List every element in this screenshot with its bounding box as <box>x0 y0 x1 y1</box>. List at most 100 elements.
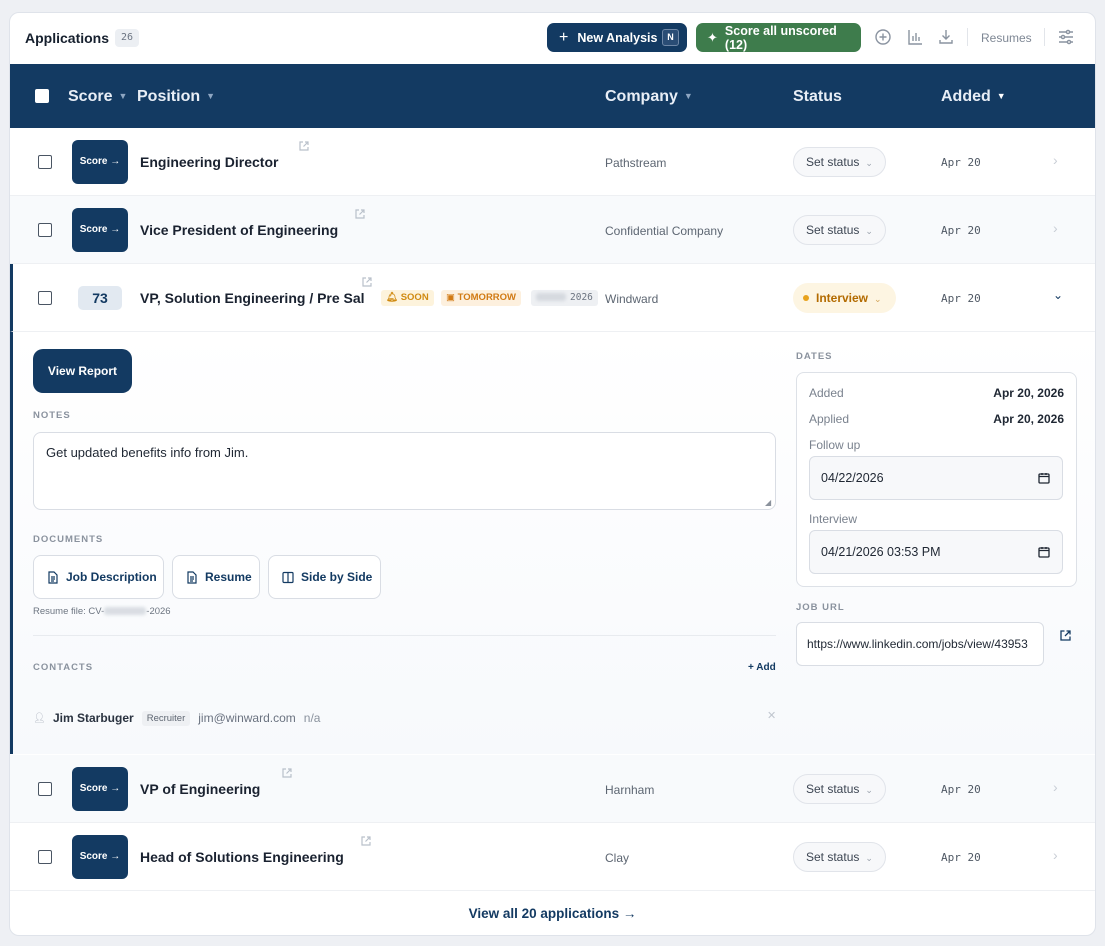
resume-button[interactable]: Resume <box>172 555 260 599</box>
external-link-icon[interactable] <box>1059 629 1072 642</box>
bar-chart-icon[interactable] <box>906 28 924 46</box>
chevron-right-icon[interactable]: › <box>1053 152 1058 168</box>
company-name: Confidential Company <box>605 224 724 238</box>
side-by-side-button[interactable]: Side by Side <box>268 555 381 599</box>
add-contact-button[interactable]: + Add <box>748 662 776 673</box>
column-header-score[interactable]: Score ▼ <box>68 88 127 106</box>
calendar-icon[interactable] <box>1038 472 1050 484</box>
chevron-down-icon: ⌄ <box>865 158 873 168</box>
column-header-company[interactable]: Company ▼ <box>605 88 693 106</box>
score-button[interactable]: Score → <box>72 835 128 879</box>
document-icon <box>187 570 197 584</box>
interview-label: Interview <box>809 512 858 526</box>
company-name: Windward <box>605 292 659 306</box>
page-title: Applications <box>25 30 110 46</box>
row-checkbox[interactable] <box>38 782 52 796</box>
dates-card: Added Apr 20, 2026 Applied Apr 20, 2026 … <box>796 372 1077 587</box>
tomorrow-badge: ▣ TOMORROW <box>441 290 522 306</box>
row-checkbox[interactable] <box>38 850 52 864</box>
added-date-value: Apr 20, 2026 <box>993 386 1064 400</box>
added-date-label: Added <box>809 386 844 400</box>
select-all-checkbox[interactable] <box>35 89 49 103</box>
row-checkbox[interactable] <box>38 223 52 237</box>
notes-textarea[interactable]: Get updated benefits info from Jim. ◢ <box>33 432 776 510</box>
score-all-unscored-button[interactable]: ✦ Score all unscored (12) <box>696 23 861 52</box>
download-icon[interactable] <box>937 28 955 46</box>
applications-count-badge: 26 <box>115 29 140 47</box>
interview-datetime-input[interactable]: 04/21/2026 03:53 PM <box>809 530 1063 574</box>
job-url-label: JOB URL <box>796 602 845 613</box>
position-title[interactable]: Head of Solutions Engineering <box>140 849 344 865</box>
contacts-label: CONTACTS <box>33 662 94 673</box>
toolbar: Applications 26 + New Analysis N ✦ Score… <box>10 13 1095 64</box>
table-row-expanded[interactable]: 73 VP, Solution Engineering / Pre Sal 🔔︎… <box>10 264 1095 332</box>
dates-label: DATES <box>796 351 833 362</box>
external-link-icon[interactable] <box>298 140 310 152</box>
table-row[interactable]: Score → Engineering Director Pathstream … <box>10 128 1095 196</box>
table-row[interactable]: Score → VP of Engineering Harnham Set st… <box>10 755 1095 823</box>
contact-role-badge: Recruiter <box>141 710 191 726</box>
added-date: Apr 20 <box>941 156 981 169</box>
contact-name: Jim Starbuger <box>53 711 134 725</box>
columns-icon <box>282 571 294 583</box>
company-name: Clay <box>605 851 630 865</box>
bell-icon: 🔔︎ <box>386 292 399 303</box>
position-title[interactable]: Engineering Director <box>140 154 278 170</box>
job-url-input[interactable]: https://www.linkedin.com/jobs/view/43953 <box>796 622 1044 666</box>
chevron-down-icon: ▼ <box>683 91 693 101</box>
status-select[interactable]: Set status ⌄ <box>793 842 886 872</box>
chevron-down-icon: ▼ <box>118 91 128 101</box>
chevron-right-icon[interactable]: › <box>1053 220 1058 236</box>
table-header: Score ▼ Position ▼ Company ▼ Status Added ▼ <box>10 64 1095 128</box>
applied-date-value: Apr 20, 2026 <box>993 412 1064 426</box>
status-select[interactable]: Set status ⌄ <box>793 774 886 804</box>
external-link-icon[interactable] <box>361 276 373 288</box>
plus-circle-icon[interactable] <box>874 28 892 46</box>
chevron-right-icon[interactable]: › <box>1053 779 1058 795</box>
calendar-icon[interactable] <box>1038 546 1050 558</box>
status-select[interactable]: Set status ⌄ <box>793 215 886 245</box>
score-value[interactable]: 73 <box>78 286 122 310</box>
position-title[interactable]: VP, Solution Engineering / Pre Sal <box>140 290 365 306</box>
status-select[interactable]: Interview ⌄ <box>793 283 896 313</box>
status-select[interactable]: Set status ⌄ <box>793 147 886 177</box>
new-analysis-label: New Analysis <box>577 30 658 45</box>
sliders-icon[interactable] <box>1057 28 1075 46</box>
new-analysis-button[interactable]: + New Analysis N <box>547 23 687 52</box>
remove-contact-icon[interactable]: ✕ <box>767 709 776 722</box>
added-date: Apr 20 <box>941 851 981 864</box>
position-title[interactable]: VP of Engineering <box>140 781 260 797</box>
resize-handle-icon[interactable]: ◢ <box>765 499 773 507</box>
documents-label: DOCUMENTS <box>33 534 104 545</box>
chevron-down-icon: ▼ <box>996 91 1006 101</box>
row-checkbox[interactable] <box>38 291 52 305</box>
table-row[interactable]: Score → Head of Solutions Engineering Cl… <box>10 823 1095 891</box>
score-button[interactable]: Score → <box>72 208 128 252</box>
score-button[interactable]: Score → <box>72 767 128 811</box>
resumes-link[interactable]: Resumes <box>981 31 1032 45</box>
external-link-icon[interactable] <box>360 835 372 847</box>
score-button[interactable]: Score → <box>72 140 128 184</box>
column-header-position[interactable]: Position ▼ <box>137 88 215 106</box>
table-row[interactable]: Score → Vice President of Engineering Co… <box>10 196 1095 264</box>
follow-up-label: Follow up <box>809 438 861 452</box>
view-all-applications-link[interactable]: View all 20 applications → <box>10 891 1095 935</box>
chevron-right-icon[interactable]: › <box>1053 847 1058 863</box>
score-all-label: Score all unscored (12) <box>724 23 837 52</box>
applications-card: Applications 26 + New Analysis N ✦ Score… <box>9 12 1096 936</box>
document-icon <box>48 570 58 584</box>
position-title[interactable]: Vice President of Engineering <box>140 222 338 238</box>
notes-label: NOTES <box>33 410 71 421</box>
row-checkbox[interactable] <box>38 155 52 169</box>
chevron-down-icon[interactable]: ⌄ <box>1053 288 1063 302</box>
external-link-icon[interactable] <box>281 767 293 779</box>
follow-up-date-input[interactable]: 04/22/2026 <box>809 456 1063 500</box>
shortcut-key-badge: N <box>662 29 679 46</box>
job-description-button[interactable]: Job Description <box>33 555 164 599</box>
column-header-added[interactable]: Added ▼ <box>941 88 1006 106</box>
view-report-button[interactable]: View Report <box>33 349 132 393</box>
soon-badge: 🔔︎ SOON <box>381 290 434 306</box>
chevron-down-icon: ⌄ <box>865 853 873 863</box>
contact-email[interactable]: jim@winward.com <box>198 711 296 725</box>
external-link-icon[interactable] <box>354 208 366 220</box>
